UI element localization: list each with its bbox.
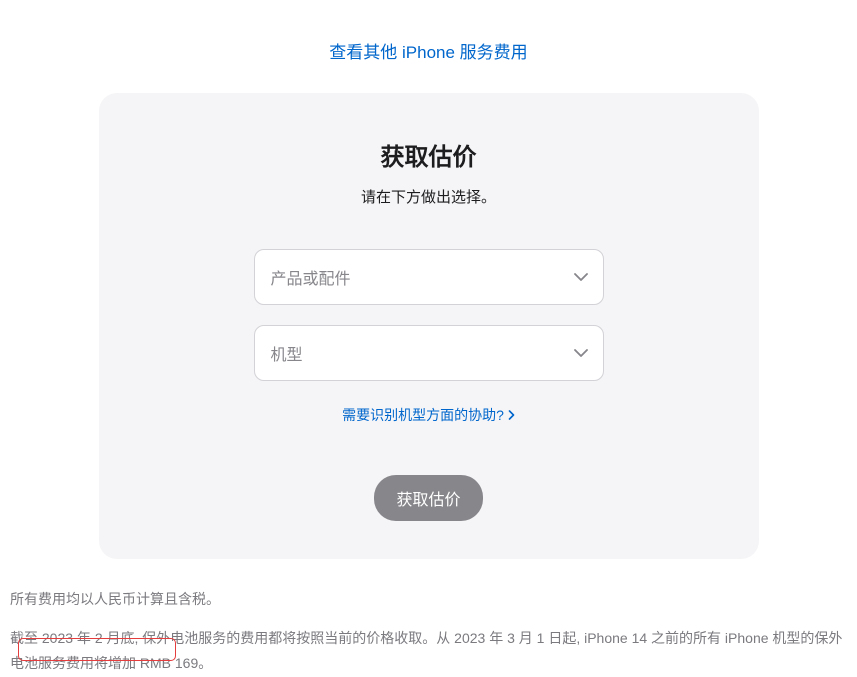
other-service-fees-link[interactable]: 查看其他 iPhone 服务费用	[329, 43, 527, 62]
top-link-container: 查看其他 iPhone 服务费用	[0, 0, 857, 93]
chevron-right-icon	[508, 410, 515, 420]
estimate-card: 获取估价 请在下方做出选择。 产品或配件 机型 需要识别机型方面的协助? 获取估…	[99, 93, 759, 559]
help-link-label: 需要识别机型方面的协助?	[342, 405, 504, 425]
identify-model-help-link[interactable]: 需要识别机型方面的协助?	[342, 405, 515, 425]
card-title: 获取估价	[129, 137, 729, 172]
card-subtitle: 请在下方做出选择。	[129, 186, 729, 207]
footer-price-change-note: 截至 2023 年 2 月底, 保外电池服务的费用都将按照当前的价格收取。从 2…	[0, 612, 857, 676]
model-select-wrap: 机型	[254, 325, 604, 381]
get-estimate-button[interactable]: 获取估价	[374, 475, 482, 521]
product-select-wrap: 产品或配件	[254, 249, 604, 305]
model-select[interactable]: 机型	[254, 325, 604, 381]
product-select[interactable]: 产品或配件	[254, 249, 604, 305]
footer-tax-note: 所有费用均以人民币计算且含税。	[0, 559, 857, 612]
